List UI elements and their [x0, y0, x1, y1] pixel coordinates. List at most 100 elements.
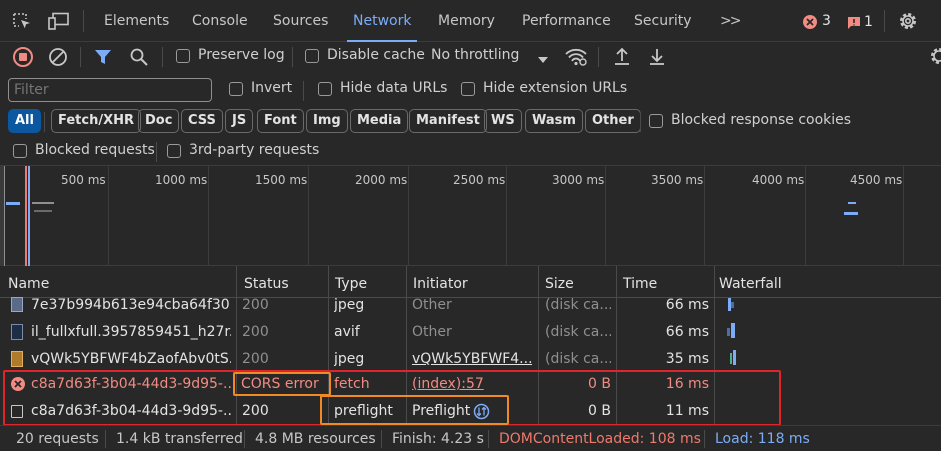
- request-initiator-link[interactable]: vQWk5YBFWF4...: [412, 346, 532, 373]
- image-file-icon: [11, 351, 23, 367]
- network-toolbar: Preserve log Disable cache No throttling: [0, 42, 941, 72]
- type-filter-wasm[interactable]: Wasm: [525, 109, 583, 133]
- request-name: vQWk5YBFWF4bZaofAbv0tS...: [31, 351, 231, 367]
- type-filter-doc[interactable]: Doc: [138, 109, 180, 133]
- waterfall-bar: [731, 302, 734, 308]
- type-filter-other[interactable]: Other: [585, 109, 641, 133]
- hide-extension-urls-checkbox[interactable]: [461, 82, 475, 96]
- summary-dom-content-loaded: DOMContentLoaded: 108 ms: [499, 431, 701, 447]
- type-filter-fetch-xhr[interactable]: Fetch/XHR: [51, 109, 142, 133]
- error-count-label: 3: [822, 13, 831, 29]
- issue-flag-icon: [848, 17, 860, 29]
- request-type: jpeg: [334, 297, 365, 313]
- annotation-highlight-orange: [233, 372, 331, 396]
- network-settings-gear-icon[interactable]: [929, 46, 941, 70]
- image-file-icon: [11, 297, 23, 312]
- blocked-requests-checkbox[interactable]: [13, 144, 27, 158]
- tab-sources[interactable]: Sources: [273, 0, 328, 42]
- type-filter-all[interactable]: All: [8, 109, 41, 133]
- type-filter-img[interactable]: Img: [306, 109, 348, 133]
- more-tabs-button[interactable]: >>: [720, 0, 742, 42]
- load-marker: [28, 166, 30, 266]
- request-type: avif: [334, 324, 360, 340]
- request-name: il_fullxfull.3957859451_h27r.j...: [31, 324, 231, 340]
- type-filter-font[interactable]: Font: [257, 109, 304, 133]
- request-size: (disk ca...: [545, 324, 611, 340]
- device-toolbar-icon[interactable]: [48, 12, 70, 34]
- disable-cache-label: Disable cache: [327, 47, 425, 63]
- invert-label: Invert: [251, 80, 293, 96]
- network-overview[interactable]: 500 ms 1000 ms 1500 ms 2000 ms 2500 ms 3…: [0, 166, 941, 266]
- tab-memory[interactable]: Memory: [438, 0, 495, 42]
- summary-resources: 4.8 MB resources: [255, 431, 376, 447]
- request-name: 7e37b994b613e94cba64f30...: [31, 297, 231, 313]
- overview-request-bar: [32, 202, 54, 204]
- disable-cache-checkbox[interactable]: [305, 49, 319, 63]
- type-filter-ws[interactable]: WS: [484, 109, 522, 133]
- type-filter-js[interactable]: JS: [225, 109, 254, 133]
- overview-tick-label: 4000 ms: [752, 173, 805, 187]
- type-filter-manifest[interactable]: Manifest: [409, 109, 487, 133]
- tab-security[interactable]: Security: [634, 0, 692, 42]
- preserve-log-checkbox[interactable]: [176, 49, 190, 63]
- tab-performance[interactable]: Performance: [522, 0, 611, 42]
- request-initiator: Other: [412, 297, 452, 313]
- network-conditions-wifi-icon[interactable]: [565, 48, 587, 70]
- export-har-icon[interactable]: [648, 47, 666, 71]
- overview-tick-label: 1500 ms: [255, 173, 308, 187]
- type-filter-css[interactable]: CSS: [181, 109, 223, 133]
- throttling-select[interactable]: No throttling: [431, 47, 519, 63]
- filter-bar: Invert Hide data URLs Hide extension URL…: [0, 72, 941, 106]
- hide-data-urls-checkbox[interactable]: [318, 82, 332, 96]
- filter-funnel-icon[interactable]: [94, 48, 112, 70]
- type-filter-media[interactable]: Media: [350, 109, 409, 133]
- overview-tick-label: 500 ms: [61, 173, 106, 187]
- overview-request-bar: [34, 210, 52, 212]
- search-icon[interactable]: [129, 47, 149, 71]
- overview-tick-label: 3000 ms: [552, 173, 605, 187]
- blocked-requests-label: Blocked requests: [35, 142, 155, 158]
- request-time: 66 ms: [665, 324, 709, 340]
- record-stop-icon[interactable]: [12, 46, 34, 72]
- devtools-tab-bar: Elements Console Sources Network Memory …: [0, 0, 941, 42]
- request-time: 66 ms: [665, 297, 709, 313]
- hide-data-urls-label: Hide data URLs: [340, 80, 448, 96]
- request-time: 35 ms: [665, 351, 709, 367]
- request-row[interactable]: vQWk5YBFWF4bZaofAbv0tS... 200 jpeg vQWk5…: [0, 346, 941, 373]
- overview-request-bar: [848, 202, 856, 204]
- overview-tick-label: 2000 ms: [355, 173, 408, 187]
- tab-network[interactable]: Network: [346, 0, 418, 42]
- issue-count-label: 1: [864, 14, 873, 30]
- request-size: (disk ca...: [545, 297, 611, 313]
- request-row[interactable]: 7e37b994b613e94cba64f30... 200 jpeg Othe…: [0, 292, 941, 319]
- network-summary-bar: 20 requests 1.4 kB transferred 4.8 MB re…: [0, 425, 941, 451]
- hide-extension-urls-label: Hide extension URLs: [483, 80, 628, 96]
- invert-checkbox[interactable]: [229, 82, 243, 96]
- overview-tick-label: 2500 ms: [453, 173, 506, 187]
- overview-left-handle[interactable]: [0, 166, 5, 266]
- inspect-element-icon[interactable]: [12, 12, 32, 34]
- summary-finish: Finish: 4.23 s: [392, 431, 484, 447]
- third-party-requests-checkbox[interactable]: [167, 144, 181, 158]
- clear-icon[interactable]: [48, 47, 68, 71]
- tab-console[interactable]: Console: [192, 0, 248, 42]
- overview-tick-label: 4500 ms: [850, 173, 903, 187]
- request-row[interactable]: il_fullxfull.3957859451_h27r.j... 200 av…: [0, 319, 941, 346]
- third-party-requests-label: 3rd-party requests: [189, 142, 320, 158]
- dropdown-arrow-icon[interactable]: [537, 53, 549, 68]
- settings-gear-icon[interactable]: [898, 11, 918, 35]
- request-filter-options: Blocked requests 3rd-party requests: [0, 136, 941, 166]
- import-har-icon[interactable]: [613, 47, 631, 71]
- dom-content-loaded-marker: [25, 166, 27, 266]
- overview-tick-label: 3500 ms: [651, 173, 704, 187]
- request-size: (disk ca...: [545, 351, 611, 367]
- request-status: 200: [242, 297, 269, 313]
- image-file-icon: [11, 324, 23, 340]
- request-status: 200: [242, 351, 269, 367]
- blocked-response-cookies-checkbox[interactable]: [649, 114, 663, 128]
- filter-input[interactable]: [8, 78, 212, 102]
- waterfall-bar: [730, 353, 732, 364]
- waterfall-bar: [731, 323, 735, 338]
- summary-transferred: 1.4 kB transferred: [116, 431, 243, 447]
- tab-elements[interactable]: Elements: [104, 0, 169, 42]
